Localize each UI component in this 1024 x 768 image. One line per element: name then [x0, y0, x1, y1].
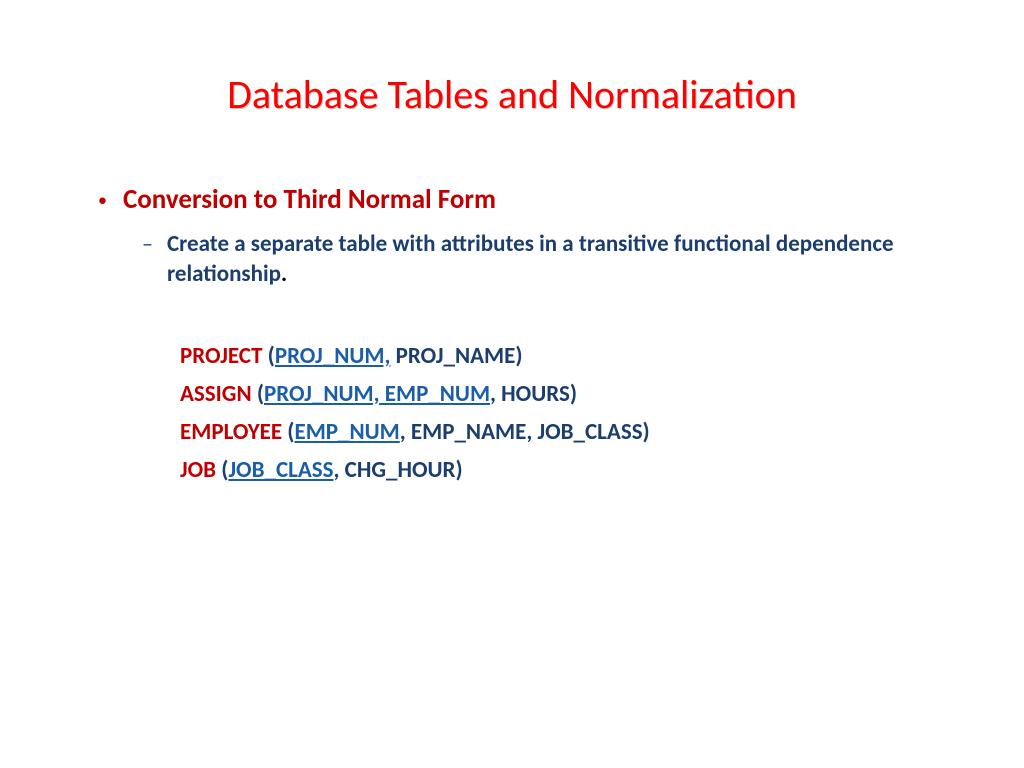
table-rest: , CHG_HOUR): [334, 456, 463, 484]
table-name: PROJECT: [180, 342, 262, 370]
slide-title: Database Tables and Normalization: [0, 70, 1024, 119]
bullet-icon: •: [98, 185, 107, 215]
sub-bullet: – Create a separate table with attribute…: [142, 229, 934, 289]
table-name: ASSIGN: [180, 380, 252, 408]
table-key: PROJ_NUM, EMP_NUM: [264, 380, 490, 408]
bullet-text: Conversion to Third Normal Form: [123, 185, 496, 215]
main-bullet: • Conversion to Third Normal Form: [98, 185, 934, 215]
table-rest: , HOURS): [490, 380, 577, 408]
table-definitions: PROJECT (PROJ_NUM, PROJ_NAME) ASSIGN (PR…: [180, 337, 934, 489]
dash-icon: –: [142, 229, 153, 259]
table-row: PROJECT (PROJ_NUM, PROJ_NAME): [180, 337, 934, 375]
table-name: EMPLOYEE: [180, 418, 282, 446]
slide-content: • Conversion to Third Normal Form – Crea…: [98, 185, 934, 489]
table-key: EMP_NUM: [294, 418, 399, 446]
table-name: JOB: [180, 456, 216, 484]
table-row: EMPLOYEE (EMP_NUM, EMP_NAME, JOB_CLASS): [180, 413, 934, 451]
table-row: ASSIGN (PROJ_NUM, EMP_NUM, HOURS): [180, 375, 934, 413]
table-key: PROJ_NUM,: [275, 342, 391, 370]
table-key: JOB_CLASS: [228, 456, 333, 484]
table-rest: , EMP_NAME, JOB_CLASS): [400, 418, 650, 446]
table-row: JOB (JOB_CLASS, CHG_HOUR): [180, 451, 934, 489]
sub-bullet-text: Create a separate table with attributes …: [167, 229, 934, 289]
table-rest: PROJ_NAME): [390, 342, 522, 370]
